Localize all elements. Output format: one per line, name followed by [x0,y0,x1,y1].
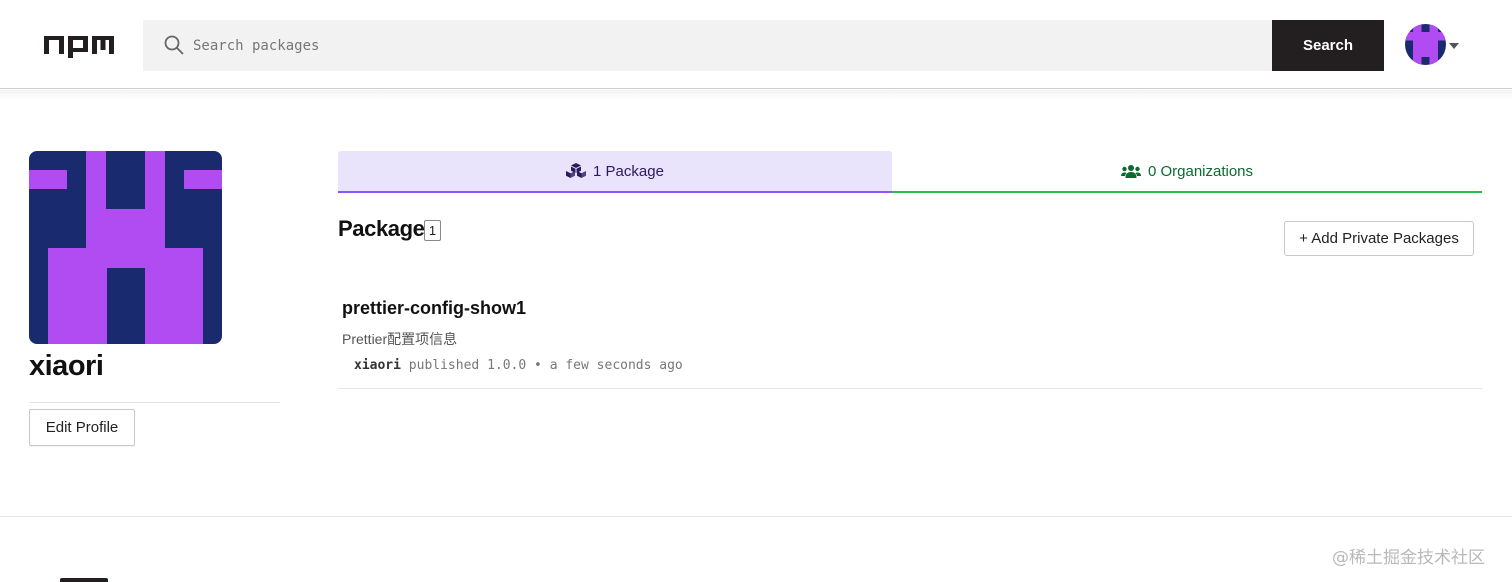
profile-avatar [29,151,222,344]
search-icon [164,35,184,55]
cubes-icon [566,163,587,178]
add-private-packages-button[interactable]: + Add Private Packages [1284,221,1474,256]
search-button[interactable]: Search [1272,20,1384,71]
edit-profile-button[interactable]: Edit Profile [29,409,135,446]
search-input[interactable] [193,20,1253,71]
meta-separator: • [534,358,542,373]
package-meta: xiaori published 1.0.0 • a few seconds a… [354,358,683,373]
avatar-identicon-small [1405,24,1446,65]
footer-divider [0,516,1512,517]
divider [29,402,280,403]
search-bar [143,20,1272,71]
npm-logo[interactable]: npm [44,36,114,58]
chevron-down-icon[interactable] [1449,43,1459,49]
divider [338,388,1482,389]
published-text: published [408,358,480,373]
watermark: @稀土掘金技术社区 [1332,548,1485,568]
package-description: Prettier配置项信息 [342,331,458,347]
header: npm Search [0,0,1512,89]
package-version: 1.0.0 [487,358,527,373]
section-title: Package [338,216,425,241]
published-time: a few seconds ago [549,358,683,373]
publisher-link[interactable]: xiaori [354,358,401,373]
tab-organizations[interactable]: 0 Organizations [892,151,1482,193]
avatar-identicon [29,151,222,344]
tab-organizations-label: 0 Organizations [1147,162,1254,180]
profile-username: xiaori [29,350,104,382]
header-shadow [0,90,1512,100]
users-icon [1120,165,1141,178]
package-count-badge: 1 [424,220,441,241]
tab-packages-label: 1 Package [593,162,664,180]
tab-packages[interactable]: 1 Package [338,151,892,193]
package-name-link[interactable]: prettier-config-show1 [342,298,526,319]
footer-logo-fragment [60,578,108,582]
user-avatar-menu[interactable] [1405,24,1446,65]
